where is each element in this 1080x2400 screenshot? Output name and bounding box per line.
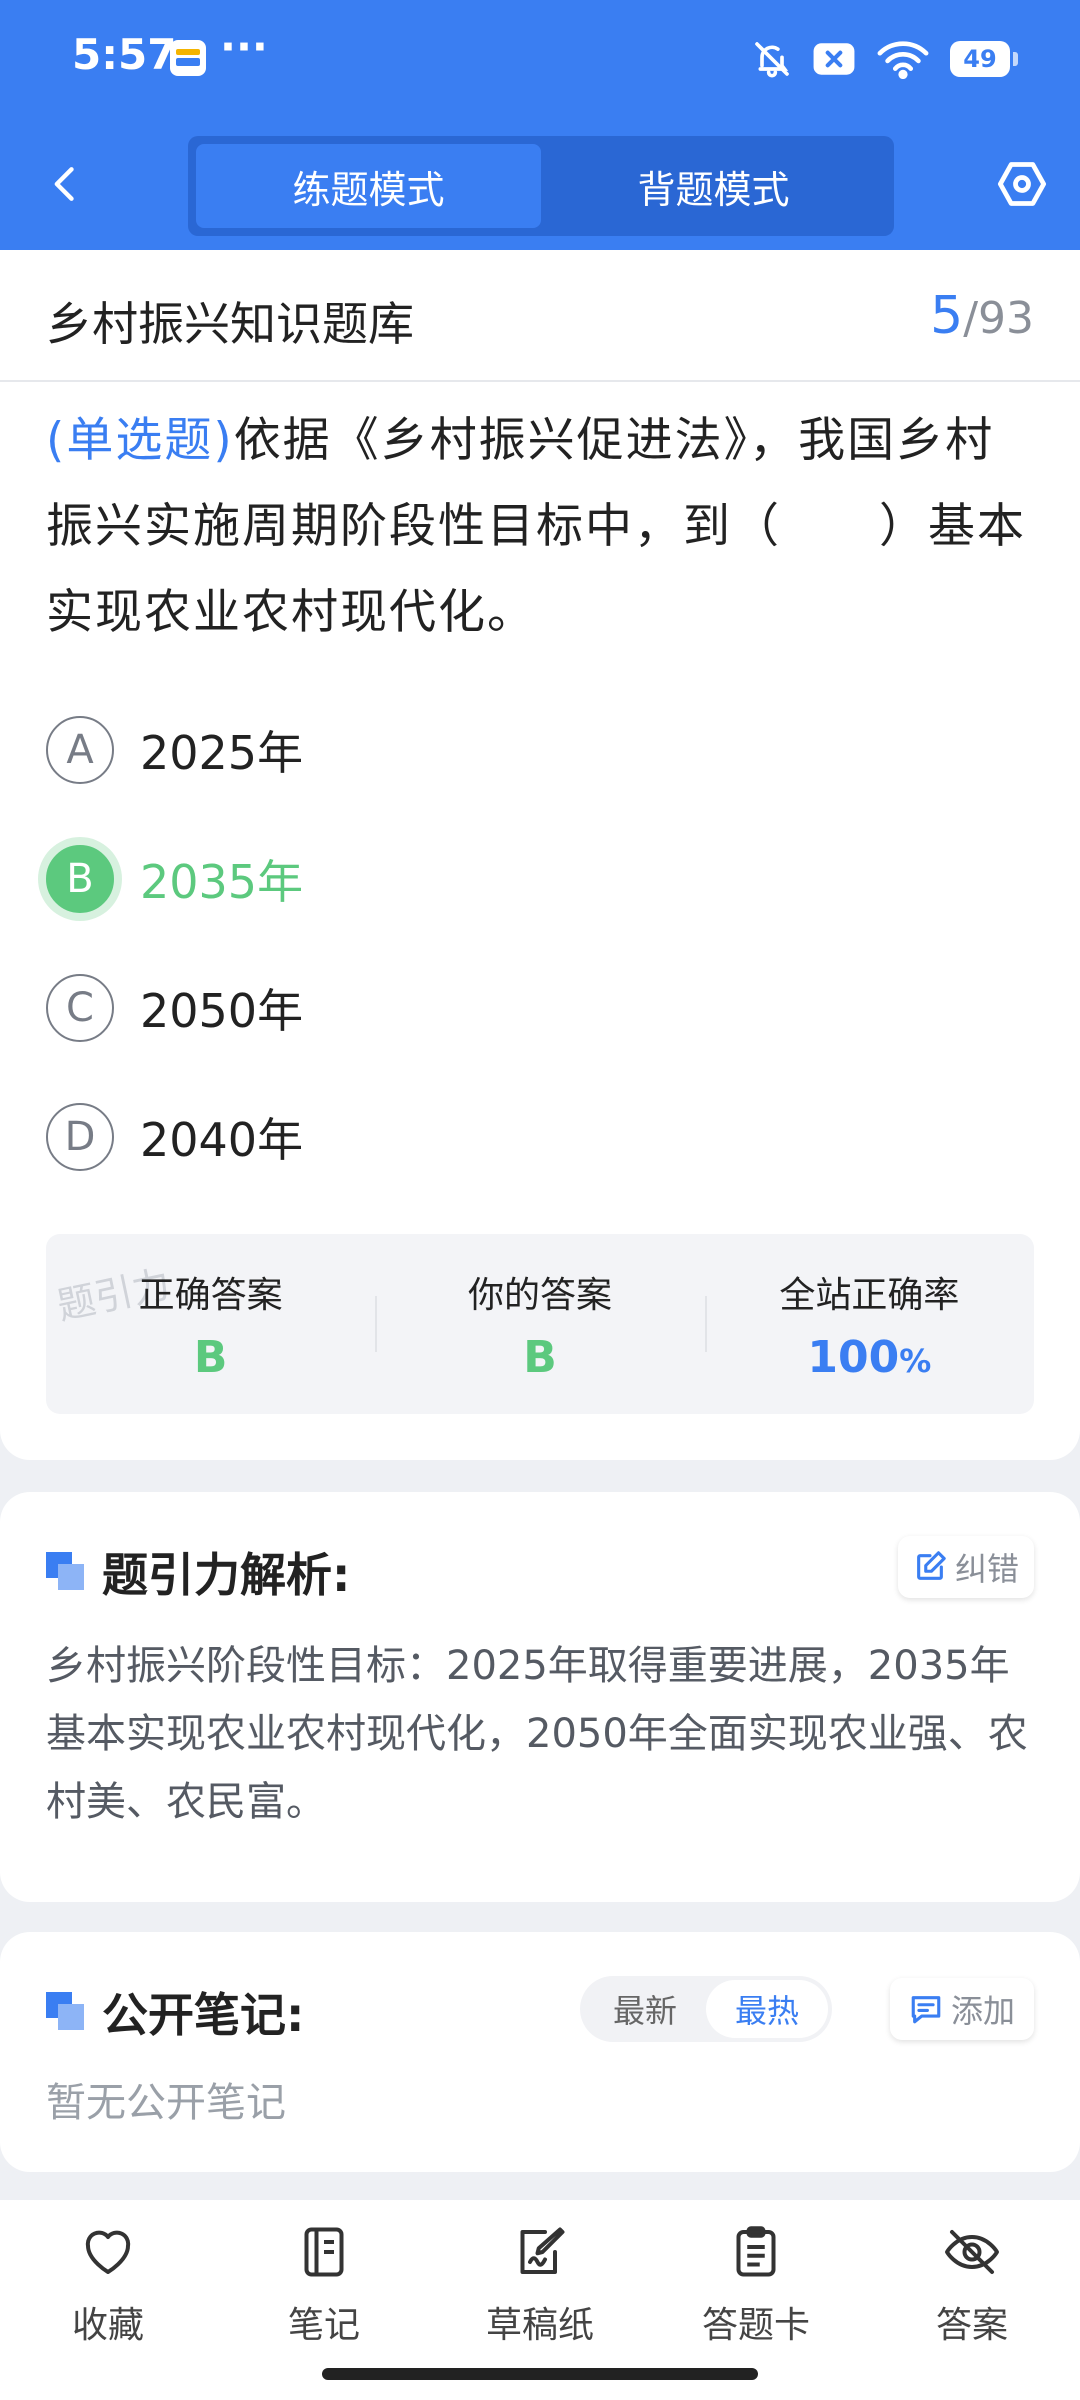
show-answer-label: 答案: [935, 2305, 1008, 2346]
note-button[interactable]: 笔记: [254, 2222, 394, 2352]
draft-pen-icon: [520, 2227, 565, 2274]
nav-bar: 练题模式 背题模式: [0, 118, 1080, 250]
progress-total: /93: [963, 293, 1034, 344]
option-letter: C: [46, 974, 114, 1042]
sim-x-icon: [813, 43, 855, 75]
favorite-label: 收藏: [71, 2305, 144, 2346]
option-a[interactable]: A 2025年: [46, 710, 746, 790]
option-b[interactable]: B 2035年: [46, 839, 746, 919]
status-time: 5:57: [72, 30, 177, 79]
bank-title: 乡村振兴知识题库: [46, 297, 414, 351]
site-accuracy-value: 100%: [807, 1332, 931, 1383]
wifi-icon: [877, 41, 929, 79]
question-progress: 5/93: [930, 286, 1034, 346]
home-indicator[interactable]: [322, 2368, 758, 2380]
battery-level: 49: [963, 45, 997, 73]
status-bar: 5:57 ··· 49: [0, 0, 1080, 118]
bank-header: 乡村振兴知识题库 5/93: [0, 250, 1080, 382]
note-label: 笔记: [287, 2305, 360, 2346]
chevron-left-icon: [54, 167, 74, 201]
site-accuracy-label: 全站正确率: [779, 1274, 960, 1316]
mode-switch: 练题模式 背题模式: [188, 136, 894, 236]
add-note-button[interactable]: 添加: [890, 1978, 1034, 2040]
your-answer: 你的答案 B: [375, 1234, 704, 1414]
correct-answer: 正确答案 B: [46, 1234, 375, 1414]
favorite-button[interactable]: 收藏: [38, 2222, 178, 2352]
analysis-text: 乡村振兴阶段性目标：2025年取得重要进展，2035年基本实现农业农村现代化，2…: [46, 1643, 1028, 1825]
eye-off-icon: [945, 2230, 999, 2274]
option-letter: B: [46, 845, 114, 913]
battery-icon: 49: [950, 41, 1018, 77]
notes-header: 公开笔记:: [46, 1982, 304, 2042]
report-error-label: 纠错: [954, 1550, 1019, 1588]
back-button[interactable]: [30, 148, 102, 220]
edit-icon: [917, 1551, 946, 1580]
section-squares-icon: [46, 1552, 86, 1592]
settings-button[interactable]: [986, 148, 1058, 220]
accuracy-unit: %: [899, 1341, 932, 1380]
notes-card: 公开笔记: 最新 最热 添加 暂无公开笔记: [0, 1932, 1080, 2172]
option-letter: D: [46, 1103, 114, 1171]
option-text: 2040年: [140, 1113, 304, 1167]
notes-title: 公开笔记:: [102, 1988, 305, 2042]
answer-summary: 题引力 正确答案 B 你的答案 B 全站正确率 100%: [46, 1234, 1034, 1414]
settings-hexagon-icon: [997, 162, 1047, 206]
option-d[interactable]: D 2040年: [46, 1097, 746, 1177]
draft-paper-label: 草稿纸: [485, 2305, 594, 2346]
option-text: 2050年: [140, 984, 304, 1038]
correct-answer-label: 正确答案: [138, 1274, 283, 1316]
question-type: (单选题): [46, 413, 234, 468]
sort-hottest-tab[interactable]: 最热: [706, 1980, 828, 2038]
clipboard-icon: [736, 2226, 776, 2277]
status-icons: 49: [752, 34, 1018, 84]
analysis-header: 题引力解析:: [46, 1542, 350, 1602]
progress-current: 5: [930, 286, 964, 346]
notes-sort-switch: 最新 最热: [580, 1976, 832, 2042]
section-squares-icon: [46, 1992, 86, 2032]
heart-icon: [85, 2230, 131, 2274]
option-text: 2035年: [140, 855, 304, 909]
bell-muted-icon: [755, 42, 789, 78]
tab-practice-mode[interactable]: 练题模式: [196, 144, 541, 228]
option-letter: A: [46, 716, 114, 784]
add-note-label: 添加: [950, 1992, 1015, 2030]
tab-recite-mode[interactable]: 背题模式: [541, 144, 886, 228]
option-c[interactable]: C 2050年: [46, 968, 746, 1048]
draft-paper-button[interactable]: 草稿纸: [470, 2222, 610, 2352]
accuracy-number: 100: [807, 1331, 900, 1383]
question-card: 乡村振兴知识题库 5/93 (单选题)依据《乡村振兴促进法》，我国乡村振兴实施周…: [0, 250, 1080, 1460]
answer-card-button[interactable]: 答题卡: [686, 2222, 826, 2352]
status-more: ···: [220, 22, 268, 71]
report-error-button[interactable]: 纠错: [898, 1536, 1034, 1598]
analysis-title: 题引力解析:: [102, 1548, 351, 1602]
show-answer-button[interactable]: 答案: [902, 2222, 1042, 2352]
notes-empty-text: 暂无公开笔记: [46, 2080, 286, 2126]
wallet-icon: [170, 40, 206, 76]
question-stem: (单选题)依据《乡村振兴促进法》，我国乡村振兴实施周期阶段性目标中，到（ ）基本…: [46, 398, 1036, 656]
notebook-icon: [304, 2227, 344, 2277]
sort-latest-tab[interactable]: 最新: [584, 1980, 706, 2038]
analysis-card: 题引力解析: 纠错 乡村振兴阶段性目标：2025年取得重要进展，2035年基本实…: [0, 1492, 1080, 1902]
your-answer-value: B: [523, 1331, 557, 1383]
comment-icon: [911, 1996, 941, 2024]
site-accuracy: 全站正确率 100%: [704, 1234, 1034, 1414]
top-bar: 5:57 ··· 49 练题模式 背题模式: [0, 0, 1080, 250]
correct-answer-value: B: [193, 1331, 228, 1383]
your-answer-label: 你的答案: [467, 1274, 612, 1316]
answer-card-label: 答题卡: [701, 2305, 810, 2346]
option-text: 2025年: [140, 726, 304, 780]
